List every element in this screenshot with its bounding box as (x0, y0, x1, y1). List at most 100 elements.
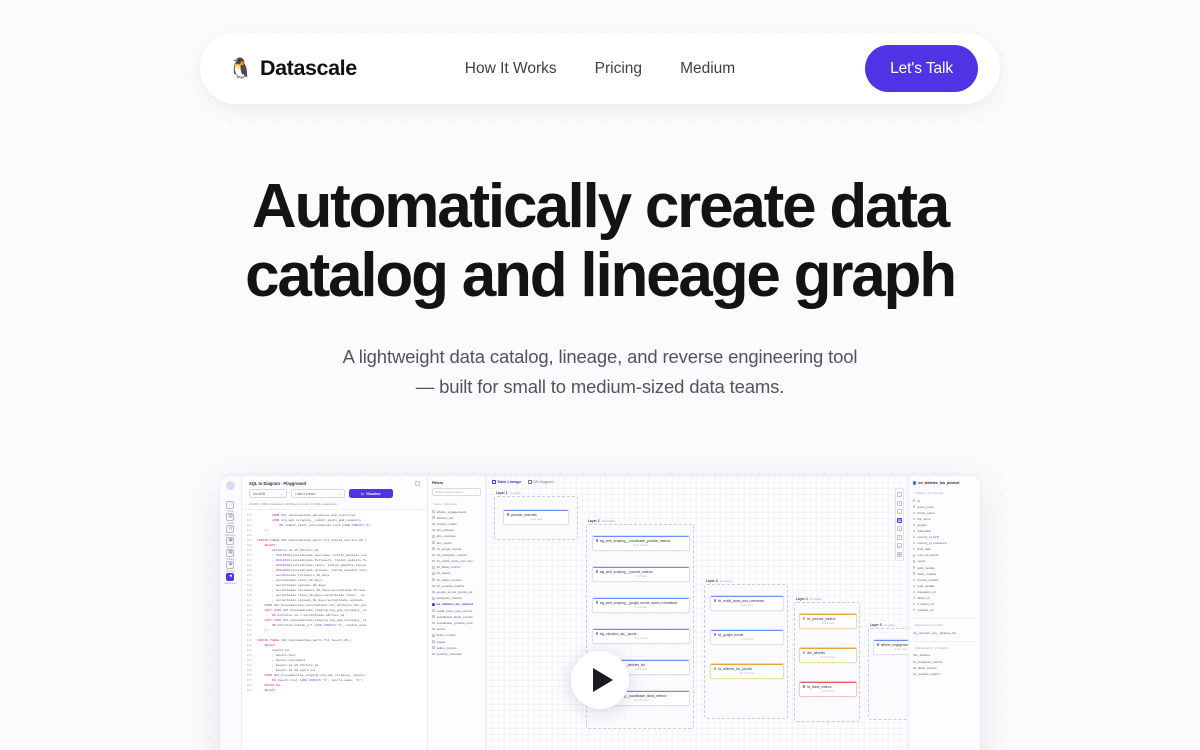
preset-select[interactable]: Load a preset... ⌄ (291, 489, 345, 498)
play-button[interactable] (571, 651, 629, 709)
graph-node[interactable]: stg_olympics_api__sports 4 of 4 rows (592, 628, 690, 644)
nav-link-medium[interactable]: Medium (680, 60, 735, 78)
graph-node[interactable]: stg_web_scraping__youtube_metrics 7 of 7 … (592, 566, 690, 582)
referenced-by-item[interactable]: fct_youtube_metrics (913, 671, 976, 677)
node-dot-icon (432, 553, 435, 557)
depends-on-item[interactable]: stg_olympics_api__athletes_bio (913, 630, 976, 636)
lineage-graph-pane[interactable]: Table Lineage DB Diagram Layer 1 (1 model… (486, 476, 908, 750)
column-item-label: youtube_url (917, 608, 934, 613)
graph-node[interactable]: fct_tiktok_metrics 9 of 9 rows (799, 681, 857, 697)
editor-meta: 20,287 / 100K characters, 422 lines of c… (249, 502, 337, 506)
column-dot-icon (913, 596, 916, 600)
tab-db-diagram-label: DB Diagram (533, 480, 554, 484)
referenced-by-count: (4 models) (934, 646, 948, 650)
graph-node-rows: 19 of 19 rows (739, 672, 755, 676)
node-accent-bar (593, 598, 689, 600)
graph-node[interactable]: dim_athletes 11 of 11 rows (799, 647, 857, 663)
node-dot-icon (432, 596, 435, 600)
filter-node-label: fct_tiktok_metrics (436, 565, 461, 570)
sidebar-item-discovery[interactable]: ◎ Discovery (224, 524, 236, 537)
code-editor[interactable]: 124 125 126 127 128 129 130 131 132 133 134 135 136 1… (242, 509, 427, 750)
node-dot-icon (803, 651, 806, 654)
sidebar-item-models[interactable]: ▣ Models (224, 536, 236, 549)
engine-select[interactable]: DuckDB ⌄ (249, 489, 287, 498)
column-item-label: sports (917, 559, 926, 564)
tab-db-diagram[interactable]: DB Diagram (528, 480, 554, 484)
model-name-filter-input[interactable]: Select model names ⌄ (432, 488, 481, 496)
sidebar-item-home[interactable]: ⌂ Home (224, 500, 236, 513)
node-dot-icon (714, 633, 717, 636)
graph-toolbar: ⛶ + − ▤ ⤓ ↗ ↙ ⬓ (895, 488, 904, 561)
graph-layer-label: Layer 3 (4 models) (706, 579, 732, 583)
sidebar-item-sources[interactable]: ◉ Sources (224, 560, 236, 573)
graph-node-name: athlete_engagements (877, 643, 908, 647)
brand-logo[interactable]: 🐧 Datascale (228, 56, 357, 81)
node-dot-icon (432, 510, 435, 513)
filter-node-label: fct_twitter_metrics (436, 577, 462, 582)
graph-node[interactable]: fct_reddit_posts_and_comments 5 of 5 rows (710, 595, 784, 611)
column-dot-icon (913, 517, 916, 521)
filter-node-label: socialblade_youtube_metr... (436, 620, 476, 625)
details-table-name-label: int_athletes_bio_pivoted (918, 481, 960, 485)
tab-table-lineage[interactable]: Table Lineage (492, 480, 521, 484)
node-dot-icon (432, 541, 435, 544)
column-dot-icon (913, 529, 916, 533)
filter-node-label: fct_reddit_posts_and_com... (436, 559, 476, 564)
cube-icon: ▣ (226, 536, 235, 545)
select-icon[interactable]: ⬓ (897, 551, 902, 557)
chevron-down-icon: ⌄ (474, 490, 478, 494)
chevron-down-icon: ⌄ (280, 491, 283, 496)
collapse-icon[interactable]: ↙ (897, 543, 902, 548)
graph-node[interactable]: int_athletes_bio_pivoted 19 of 19 rows (710, 663, 784, 679)
zoom-out-icon[interactable]: − (897, 509, 902, 514)
expand-icon[interactable]: ↗ (897, 534, 902, 540)
layout-icon[interactable]: ▤ (897, 517, 902, 523)
node-dot-icon (714, 667, 717, 670)
graph-node[interactable]: athlete_engagements6 of 6 rows (873, 639, 908, 655)
column-item-label: gender (917, 522, 927, 527)
graph-layer-label: Layer 2 (12 models) (588, 519, 616, 523)
graph-node[interactable]: youtube_channels 1 of 1 rows (503, 509, 569, 525)
node-dot-icon (432, 565, 435, 569)
depends-on-count: (1 model) (931, 624, 943, 628)
filter-node-label: socialblade_tiktok_metrics (436, 614, 473, 619)
node-accent-bar (711, 630, 783, 632)
filter-node-label: youtube_channels (436, 651, 462, 656)
filter-node-item[interactable]: youtube_channels (432, 651, 481, 657)
graph-node[interactable]: fct_google_trends 4 of 4 rows (710, 629, 784, 645)
column-dot-icon (913, 572, 916, 575)
sidebar-item-playground[interactable]: ◄ Playground (224, 572, 237, 585)
visualize-button[interactable]: ▷ Visualize (349, 489, 393, 498)
depends-on-header-label: Depends on (915, 624, 930, 628)
graph-node[interactable]: stg_web_scraping__socialblade_youtube_me… (592, 535, 690, 551)
graph-node[interactable]: stg_web_scraping__google_trends_sports_n… (592, 597, 690, 613)
nav-link-pricing[interactable]: Pricing (595, 60, 642, 78)
lets-talk-button[interactable]: Let's Talk (865, 45, 978, 92)
product-demo-preview[interactable]: ⌂ Home ▤ Guide ◎ Discovery ▣ Models ▦ Catalog ◉ Sou… (220, 476, 980, 750)
copy-icon[interactable] (415, 481, 420, 486)
column-item-label: given_name (917, 504, 934, 509)
graph-node[interactable]: fct_youtube_metrics 8 of 8 rows (799, 613, 857, 629)
filter-node-label: sports (436, 627, 446, 632)
graph-node-rows: 3 of 3 rows (634, 606, 648, 610)
nav-link-how-it-works[interactable]: How It Works (465, 60, 557, 78)
node-accent-bar (800, 648, 856, 650)
code-line: SELECT (264, 688, 276, 692)
sidebar-item-catalog[interactable]: ▦ Catalog (224, 548, 236, 561)
sidebar-item-guide[interactable]: ▤ Guide (224, 512, 236, 525)
column-item[interactable]: youtube_url (913, 607, 976, 613)
column-dot-icon (913, 511, 916, 514)
compass-icon: ◎ (226, 524, 235, 533)
graph-node-rows: 4 of 4 rows (740, 638, 754, 642)
table-details-pane: int_athletes_bio_pivoted Columns (19 colu… (908, 476, 980, 750)
node-dot-icon (432, 652, 435, 656)
home-icon: ⌂ (226, 500, 235, 509)
zoom-in-icon[interactable]: + (897, 500, 902, 506)
node-accent-bar (711, 596, 783, 598)
column-item-label: gold_medals (917, 565, 935, 570)
graph-layer: Layer 1 (1 model) youtube_channels 1 of 1 r… (494, 491, 578, 540)
download-icon[interactable]: ⤓ (897, 526, 902, 531)
column-dot-icon (913, 505, 916, 508)
fit-view-icon[interactable]: ⛶ (897, 492, 902, 497)
page-title: Automatically create data catalog and li… (245, 172, 957, 311)
